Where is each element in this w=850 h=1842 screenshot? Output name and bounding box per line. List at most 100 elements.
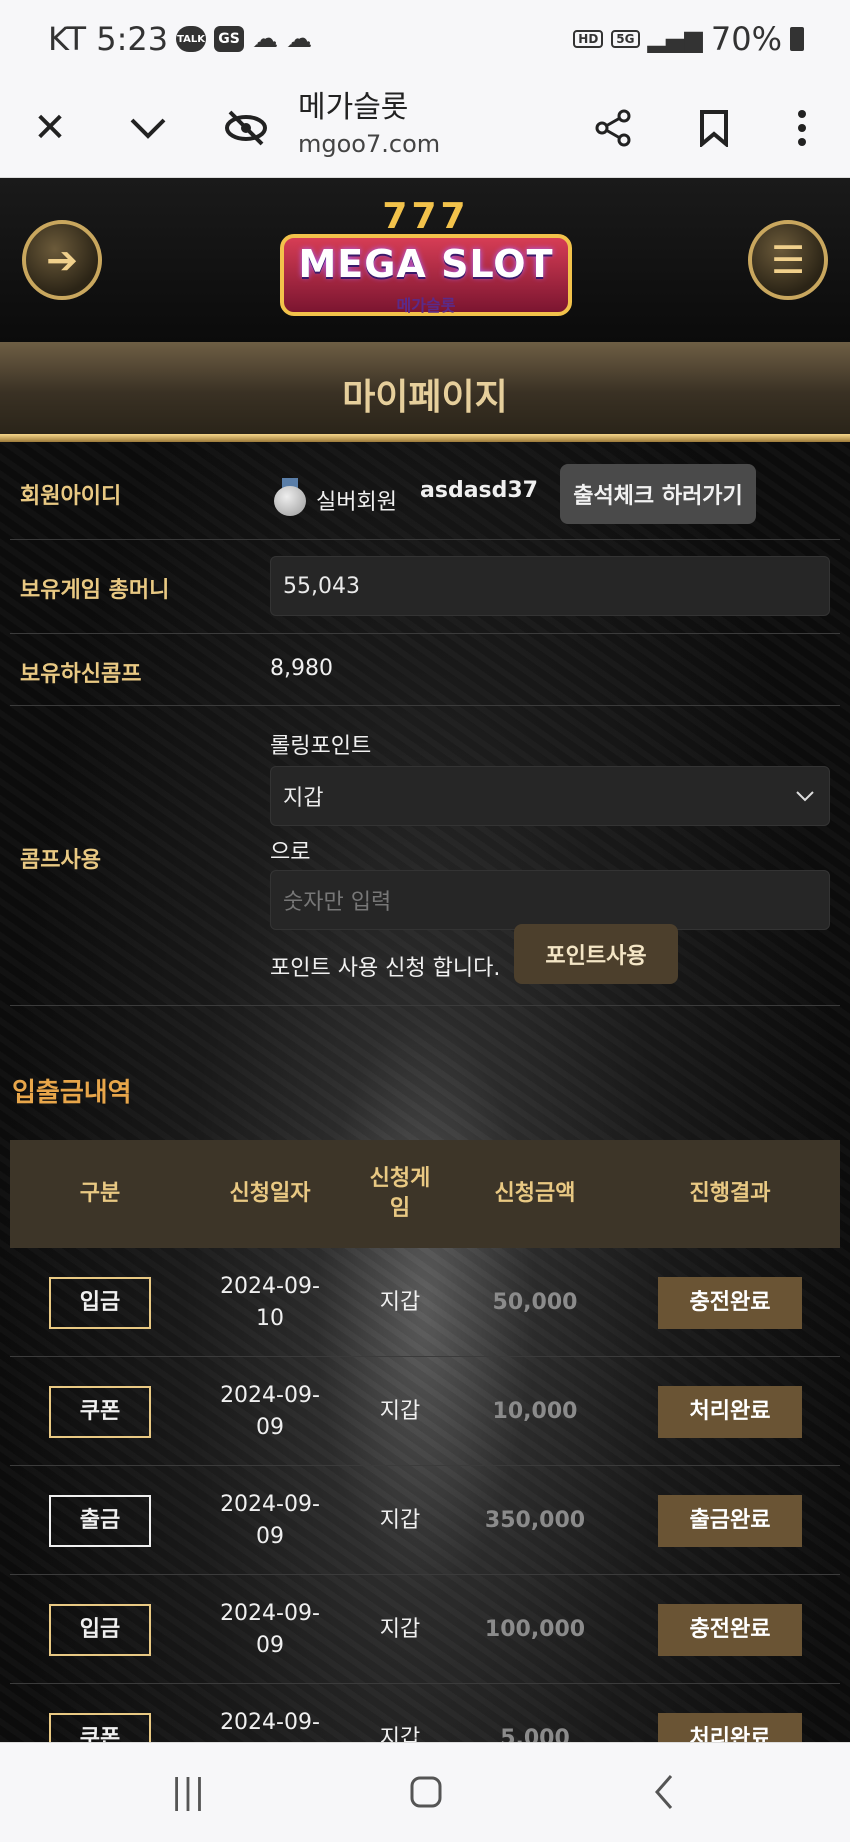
kakaotalk-icon: TALK [176, 26, 207, 52]
game-money-field: 55,043 [270, 556, 830, 616]
cell-date: 2024-09- 09 [220, 1382, 320, 1440]
page-title: 마이페이지 [342, 377, 508, 418]
result-badge: 충전완료 [658, 1603, 802, 1656]
chevron-down-icon[interactable] [116, 96, 180, 160]
browser-toolbar: ✕ 메가슬롯 mgoo7.com [0, 78, 850, 178]
cell-amount: 50,000 [492, 1289, 578, 1315]
hd-icon: HD [573, 30, 604, 48]
type-badge: 쿠폰 [49, 1712, 151, 1742]
cell-result: 처리완료 [620, 1357, 840, 1466]
cell-type: 출금 [10, 1466, 190, 1575]
type-badge: 입금 [49, 1276, 151, 1329]
cell-date: 2024-09- 09 [220, 1600, 320, 1658]
cell-type: 입금 [10, 1248, 190, 1357]
cell-result: 충전완료 [620, 1575, 840, 1684]
status-left: KT 5:23 TALK GS ☁ ☁ [48, 20, 312, 58]
carrier-time: KT 5:23 [48, 20, 169, 58]
share-icon[interactable] [582, 96, 646, 160]
comp-value: 8,980 [270, 656, 333, 681]
wallet-select[interactable]: 지갑 [270, 766, 830, 826]
status-bar: KT 5:23 TALK GS ☁ ☁ HD 5G ▂▄▆ 70% [0, 0, 850, 78]
result-badge: 처리완료 [658, 1385, 802, 1438]
attendance-button[interactable]: 출석체크 하러가기 [560, 464, 756, 524]
cell-result: 충전완료 [620, 1248, 840, 1357]
wallet-select-value: 지갑 [283, 786, 324, 811]
login-icon[interactable]: ➔ [22, 220, 102, 300]
logo-sub: 메가슬롯 [396, 296, 456, 315]
close-icon[interactable]: ✕ [18, 96, 82, 160]
member-id-label: 회원아이디 [20, 484, 122, 509]
status-right: HD 5G ▂▄▆ 70% [573, 20, 804, 58]
header-type: 구분 [79, 1181, 121, 1206]
to-label: 으로 [270, 840, 311, 865]
table-row: 출금 2024-09- 09 지갑 350,000 출금완료 [10, 1466, 840, 1575]
point-amount-placeholder: 숫자만 입력 [283, 890, 392, 915]
cell-type: 쿠폰 [10, 1684, 190, 1742]
site-content: ➔ 777 MEGA SLOT 메가슬롯 ☰ 마이페이지 회원아이디 실버회원 … [0, 178, 850, 1742]
game-money-value: 55,043 [283, 573, 360, 599]
game-money-label: 보유게임 총머니 [20, 578, 170, 603]
type-badge: 입금 [49, 1603, 151, 1656]
home-icon[interactable] [396, 1767, 456, 1817]
header-date: 신청일자 [229, 1181, 311, 1206]
battery-icon [790, 27, 804, 51]
site-header: ➔ 777 MEGA SLOT 메가슬롯 ☰ [0, 178, 850, 342]
gs-icon: GS [214, 26, 245, 52]
back-icon[interactable] [634, 1767, 694, 1817]
member-id-row: 회원아이디 실버회원 asdasd37 출석체크 하러가기 [10, 450, 840, 540]
comp-row: 보유하신콤프 8,980 [10, 634, 840, 706]
cell-amount: 5,000 [500, 1725, 570, 1743]
hamburger-menu-icon[interactable]: ☰ [748, 220, 828, 300]
result-badge: 처리완료 [658, 1712, 802, 1742]
game-money-row: 보유게임 총머니 55,043 [10, 540, 840, 634]
page-title-browser: 메가슬롯 [298, 90, 409, 125]
eye-off-icon[interactable] [214, 96, 278, 160]
logo-main: MEGA SLOT [298, 242, 554, 286]
cell-game: 지갑 [379, 1725, 421, 1743]
divider [0, 434, 850, 442]
cell-type: 쿠폰 [10, 1357, 190, 1466]
result-badge: 출금완료 [658, 1494, 802, 1547]
cell-amount: 10,000 [492, 1398, 578, 1424]
more-vert-icon[interactable] [770, 96, 834, 160]
cell-game: 지갑 [379, 1289, 421, 1315]
cell-result: 출금완료 [620, 1466, 840, 1575]
apply-text: 포인트 사용 신청 합니다. [270, 956, 501, 981]
table-row: 입금 2024-09- 09 지갑 100,000 충전완료 [10, 1575, 840, 1684]
table-row: 입금 2024-09- 10 지갑 50,000 충전완료 [10, 1248, 840, 1357]
signal-icon: ▂▄▆ [647, 25, 703, 53]
rolling-point-label: 롤링포인트 [270, 734, 372, 759]
cell-date: 2024-09- 09 [220, 1709, 320, 1743]
member-grade: 실버회원 [316, 490, 397, 515]
cell-amount: 350,000 [484, 1507, 586, 1533]
header-amount: 신청금액 [494, 1181, 576, 1206]
use-point-button[interactable]: 포인트사용 [514, 924, 678, 984]
page-title-band: 마이페이지 [0, 342, 850, 434]
silver-medal-icon [274, 478, 306, 516]
cloud-icon: ☁ [286, 24, 313, 54]
cell-date: 2024-09- 10 [220, 1273, 320, 1331]
table-row: 쿠폰 2024-09- 09 지갑 5,000 처리완료 [10, 1684, 840, 1742]
recent-apps-icon[interactable]: ||| [158, 1767, 218, 1817]
comp-use-label: 콤프사용 [20, 848, 101, 873]
url-text[interactable]: mgoo7.com [298, 130, 440, 158]
cell-amount: 100,000 [484, 1616, 586, 1642]
comp-use-row: 콤프사용 롤링포인트 지갑 으로 숫자만 입력 포인트 사용 신청 합니다. 포… [10, 706, 840, 1006]
cell-game: 지갑 [379, 1398, 421, 1424]
history-table-header: 구분 신청일자 신청게 임 신청금액 진행결과 [10, 1140, 840, 1248]
mega-slot-logo[interactable]: 777 MEGA SLOT 메가슬롯 [280, 196, 572, 326]
cloud-icon: ☁ [252, 24, 279, 54]
cell-result: 처리완료 [620, 1684, 840, 1742]
point-amount-input[interactable]: 숫자만 입력 [270, 870, 830, 930]
5g-icon: 5G [611, 30, 640, 48]
bookmark-icon[interactable] [682, 96, 746, 160]
header-game: 신청게 임 [369, 1166, 431, 1221]
cell-game: 지갑 [379, 1616, 421, 1642]
cell-date: 2024-09- 09 [220, 1491, 320, 1549]
header-result: 진행결과 [689, 1181, 771, 1206]
type-badge: 쿠폰 [49, 1385, 151, 1438]
cell-type: 입금 [10, 1575, 190, 1684]
result-badge: 충전완료 [658, 1276, 802, 1329]
type-badge: 출금 [49, 1494, 151, 1547]
table-row: 쿠폰 2024-09- 09 지갑 10,000 처리완료 [10, 1357, 840, 1466]
